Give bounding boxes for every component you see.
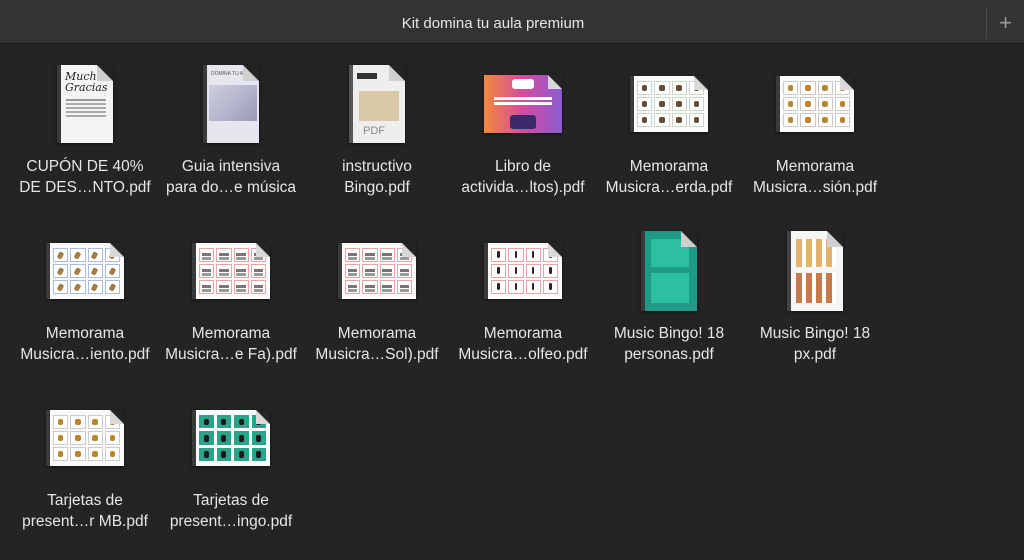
file-item[interactable]: Tarjetas de present…r MB.pdf [12,378,158,530]
file-name: Memorama Musicra…sión.pdf [752,158,878,196]
file-item[interactable]: Memorama Musicra…Sol).pdf [304,211,450,363]
pdf-thumbnail [338,243,416,299]
file-name: Memorama Musicra…e Fa).pdf [165,325,297,363]
file-name: Memorama Musicra…Sol).pdf [315,325,439,363]
pdf-thumbnail [641,231,697,311]
pdf-thumbnail [192,243,270,299]
pdf-thumbnail: DOMINA TU AULA [203,65,259,143]
file-name: Memorama Musicra…iento.pdf [20,325,150,363]
pdf-thumbnail: PDF [349,65,405,143]
pdf-thumbnail [776,76,854,132]
file-name: Memorama Musicra…olfeo.pdf [458,325,588,363]
pdf-thumbnail [484,75,562,133]
file-item[interactable]: Muchas Gracias CUPÓN DE 40% DE DES…NTO.pd… [12,44,158,196]
pdf-thumbnail [630,76,708,132]
window-titlebar: Kit domina tu aula premium + [0,0,1024,44]
pdf-thumbnail: Muchas Gracias [57,65,113,143]
file-name: instructivo Bingo.pdf [342,158,412,196]
file-item[interactable]: Memorama Musicra…sión.pdf [742,44,888,196]
pdf-thumbnail [787,231,843,311]
pdf-thumbnail [46,243,124,299]
file-name: Guia intensiva para do…e música [165,158,297,196]
file-item[interactable]: DOMINA TU AULA Guia intensiva para do…e m… [158,44,304,196]
file-item[interactable]: Music Bingo! 18 px.pdf [742,211,888,363]
window-title: Kit domina tu aula premium [401,15,585,32]
file-item[interactable]: Tarjetas de present…ingo.pdf [158,378,304,530]
pdf-thumbnail [46,410,124,466]
file-item[interactable]: Memorama Musicra…e Fa).pdf [158,211,304,363]
file-name: Tarjetas de present…ingo.pdf [169,492,293,530]
pdf-thumbnail [484,243,562,299]
plus-icon: + [999,10,1012,35]
file-grid: Muchas Gracias CUPÓN DE 40% DE DES…NTO.pd… [0,44,1024,560]
pdf-icon: PDF [363,125,385,137]
file-name: CUPÓN DE 40% DE DES…NTO.pdf [19,158,151,196]
file-item[interactable]: Music Bingo! 18 personas.pdf [596,211,742,363]
file-name: Music Bingo! 18 personas.pdf [613,325,725,363]
file-name: Memorama Musicra…erda.pdf [605,158,733,196]
file-item[interactable]: PDF instructivo Bingo.pdf [304,44,450,196]
file-name: Tarjetas de present…r MB.pdf [22,492,148,530]
file-name: Music Bingo! 18 px.pdf [759,325,871,363]
file-item[interactable]: Memorama Musicra…erda.pdf [596,44,742,196]
file-item[interactable]: Memorama Musicra…olfeo.pdf [450,211,596,363]
file-item[interactable]: Libro de activida…ltos).pdf [450,44,596,196]
file-name: Libro de activida…ltos).pdf [461,158,585,196]
file-item[interactable]: Memorama Musicra…iento.pdf [12,211,158,363]
pdf-thumbnail [192,410,270,466]
add-tab-button[interactable]: + [986,7,1024,39]
